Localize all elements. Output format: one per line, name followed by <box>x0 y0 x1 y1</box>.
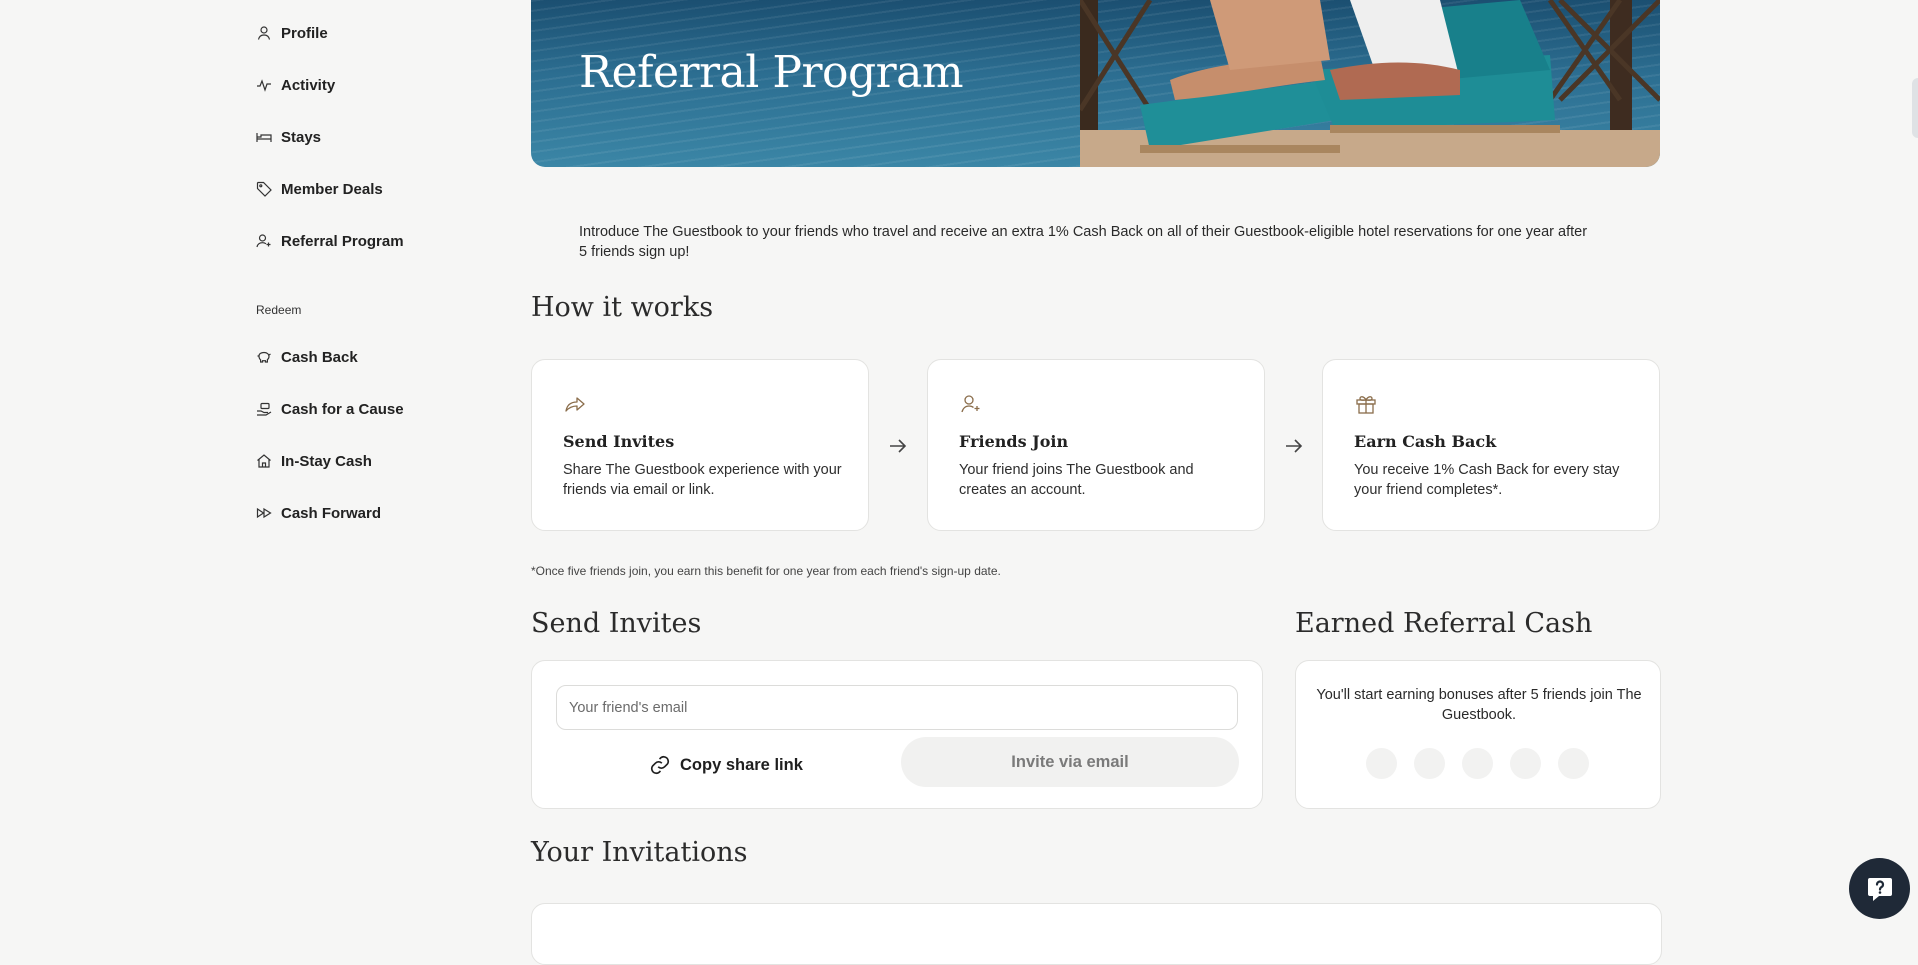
send-invites-panel: Copy share link Invite via email <box>531 660 1263 809</box>
sidebar-item-referral-program[interactable]: Referral Program <box>256 229 404 253</box>
sidebar-item-cash-forward[interactable]: Cash Forward <box>256 501 381 525</box>
activity-icon <box>256 77 272 93</box>
footnote: *Once five friends join, you earn this b… <box>531 564 1001 578</box>
user-icon <box>256 25 272 41</box>
sidebar-item-stays[interactable]: Stays <box>256 125 321 149</box>
step-card-earn-cash-back: Earn Cash Back You receive 1% Cash Back … <box>1322 359 1660 531</box>
sidebar-item-label: Cash Forward <box>281 504 382 522</box>
hero-banner: Referral Program <box>531 0 1660 167</box>
sidebar-item-activity[interactable]: Activity <box>256 73 335 97</box>
sidebar-item-label: Stays <box>281 128 322 146</box>
friend-progress-dot <box>1510 748 1541 779</box>
intro-text: Introduce The Guestbook to your friends … <box>579 224 1588 260</box>
sidebar-item-in-stay-cash[interactable]: In-Stay Cash <box>256 449 372 473</box>
hero-photo-deck <box>1080 0 1660 167</box>
invite-via-email-button[interactable]: Invite via email <box>901 737 1239 787</box>
redeem-heading: Redeem <box>256 303 302 317</box>
step-card-send-invites: Send Invites Share The Guestbook experie… <box>531 359 869 531</box>
friend-progress-dot <box>1558 748 1589 779</box>
tag-icon <box>256 181 272 197</box>
sidebar-item-label: Referral Program <box>281 232 404 250</box>
send-invites-heading: Send Invites <box>531 608 702 639</box>
sidebar-item-cash-back[interactable]: Cash Back <box>256 345 358 369</box>
sidebar-item-label: In-Stay Cash <box>281 452 372 470</box>
friend-progress-dots <box>1366 748 1589 779</box>
donate-icon <box>256 401 272 417</box>
user-plus-icon <box>256 233 272 249</box>
user-plus-icon <box>959 392 983 416</box>
friend-progress-dot <box>1462 748 1493 779</box>
help-question-icon <box>1867 877 1892 901</box>
gift-icon <box>1354 392 1378 416</box>
help-chat-button[interactable] <box>1849 858 1910 919</box>
step-description: Share The Guestbook experience with your… <box>563 462 842 498</box>
arrow-right-icon <box>890 439 907 453</box>
sidebar-item-label: Member Deals <box>281 180 383 198</box>
arrow-right-icon <box>1286 439 1303 453</box>
piggy-bank-icon <box>256 349 272 365</box>
step-card-friends-join: Friends Join Your friend joins The Guest… <box>927 359 1265 531</box>
sidebar-item-label: Profile <box>281 24 328 42</box>
earned-message: You'll start earning bonuses after 5 fri… <box>1316 687 1642 723</box>
step-title: Earn Cash Back <box>1354 432 1497 451</box>
home-icon <box>256 453 272 469</box>
step-description: Your friend joins The Guestbook and crea… <box>959 462 1194 498</box>
step-title: Friends Join <box>959 432 1069 451</box>
sidebar-item-cash-for-a-cause[interactable]: Cash for a Cause <box>256 397 404 421</box>
how-it-works-heading: How it works <box>531 292 714 323</box>
earned-referral-cash-heading: Earned Referral Cash <box>1295 608 1593 639</box>
link-icon <box>650 755 670 775</box>
friend-progress-dot <box>1366 748 1397 779</box>
fast-forward-icon <box>256 505 272 521</box>
copy-share-link-label: Copy share link <box>680 755 803 774</box>
your-invitations-heading: Your Invitations <box>531 837 748 868</box>
copy-share-link-button[interactable]: Copy share link <box>649 751 803 779</box>
friend-email-input[interactable] <box>556 685 1238 730</box>
share-icon <box>563 392 587 416</box>
sidebar-item-label: Activity <box>281 76 336 94</box>
invitations-panel <box>531 903 1662 965</box>
bed-icon <box>256 129 272 145</box>
side-panel-tab[interactable] <box>1912 78 1918 138</box>
page-title: Referral Program <box>579 47 964 99</box>
friend-progress-dot <box>1414 748 1445 779</box>
sidebar-item-profile[interactable]: Profile <box>256 21 328 45</box>
step-description: You receive 1% Cash Back for every stay … <box>1354 462 1620 498</box>
earned-referral-cash-panel: You'll start earning bonuses after 5 fri… <box>1295 660 1661 809</box>
sidebar-item-member-deals[interactable]: Member Deals <box>256 177 383 201</box>
step-title: Send Invites <box>563 432 675 451</box>
sidebar-item-label: Cash Back <box>281 348 358 366</box>
sidebar-item-label: Cash for a Cause <box>281 400 404 418</box>
